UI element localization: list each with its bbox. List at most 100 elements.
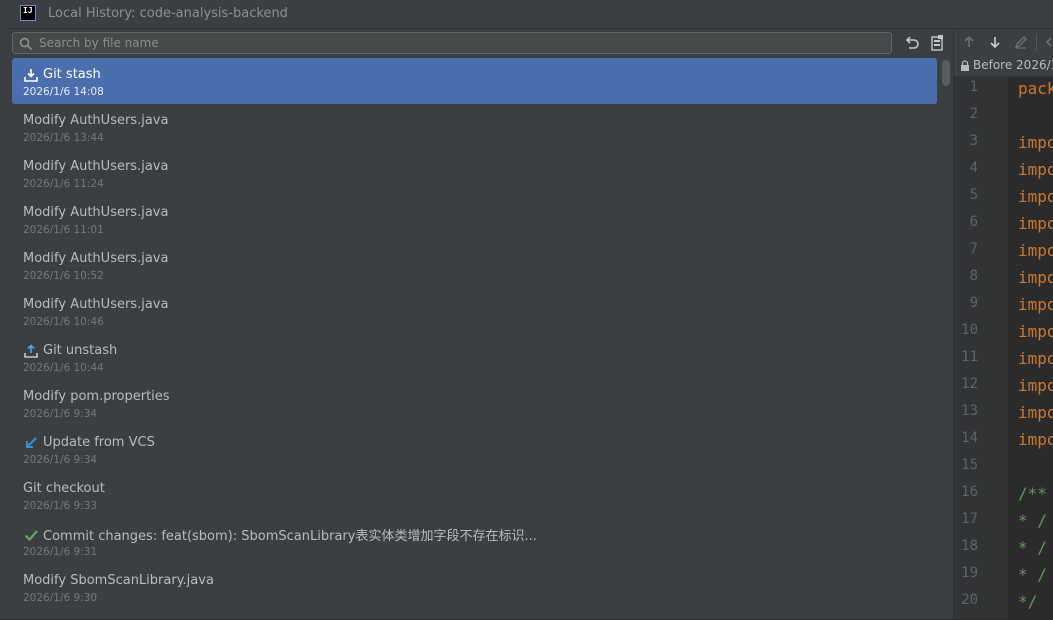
history-item-date: 2026/1/6 10:52 — [23, 270, 104, 282]
back-icon[interactable] — [1042, 35, 1053, 49]
history-item-label: Modify AuthUsers.java — [23, 205, 169, 220]
history-item-date: 2026/1/6 14:08 — [23, 86, 104, 98]
code-line: impo — [1018, 349, 1053, 368]
history-item-title: Update from VCS — [23, 434, 155, 451]
history-item[interactable]: Modify pom.properties 2026/1/6 9:34 — [12, 380, 937, 426]
history-item-date: 2026/1/6 9:34 — [23, 408, 98, 420]
diff-panel: Before 2026/1 1 2 3 4 5 6 7 8 9 10 11 12 13 14 15 16 17 1… — [953, 29, 1053, 619]
update-vcs-icon — [23, 435, 39, 451]
window-title: Local History: code-analysis-backend — [48, 6, 288, 21]
history-item-title: Git unstash — [23, 342, 117, 359]
code-line: impo — [1018, 322, 1053, 341]
history-panel: Git stash 2026/1/6 14:08 Modify AuthUsers.… — [9, 29, 953, 619]
diff-toolbar — [954, 29, 1053, 56]
code-line: impo — [1018, 268, 1053, 287]
line-number: 9 — [969, 295, 978, 311]
history-item-label: Git stash — [43, 67, 101, 82]
history-item-title: Modify AuthUsers.java — [23, 296, 168, 313]
history-item-title: Modify pom.properties — [23, 388, 170, 405]
history-item-date: 2026/1/6 11:24 — [23, 178, 104, 190]
history-item-title: Commit changes: feat(sbom): SbomScanLibr… — [23, 526, 537, 544]
code-line: impo — [1018, 430, 1053, 449]
history-item-label: Modify pom.properties — [23, 389, 170, 404]
intellij-logo-icon — [20, 5, 36, 21]
edit-source-icon[interactable] — [1014, 35, 1028, 49]
line-number: 14 — [961, 430, 978, 446]
code-line: impo — [1018, 133, 1053, 152]
search-field[interactable] — [12, 32, 892, 54]
history-item[interactable]: Commit changes: feat(sbom): SbomScanLibr… — [12, 518, 937, 564]
code-line: impo — [1018, 214, 1053, 233]
history-item-title: Modify SbomScanLibrary.java — [23, 572, 214, 589]
history-item[interactable]: Git unstash 2026/1/6 10:44 — [12, 334, 937, 380]
history-item-label: Modify AuthUsers.java — [23, 159, 169, 174]
git-unstash-icon — [23, 343, 39, 359]
line-number-gutter: 1 2 3 4 5 6 7 8 9 10 11 12 13 14 15 16 17 18 19 20 — [954, 77, 1008, 619]
history-item[interactable]: Git checkout 2026/1/6 9:33 — [12, 472, 937, 518]
code-line: * / — [1018, 511, 1047, 530]
line-number: 10 — [961, 322, 978, 338]
history-item-label: Commit changes: feat(sbom): SbomScanLibr… — [43, 529, 537, 544]
prev-diff-icon[interactable] — [962, 35, 976, 49]
line-number: 13 — [961, 403, 978, 419]
code-line: impo — [1018, 376, 1053, 395]
diff-file-header: Before 2026/1 — [954, 56, 1053, 77]
search-input[interactable] — [39, 34, 879, 52]
line-number: 20 — [961, 592, 978, 608]
scroll-thumb[interactable] — [942, 60, 950, 86]
history-item-date: 2026/1/6 9:31 — [23, 546, 98, 558]
code-line: impo — [1018, 187, 1053, 206]
history-item[interactable]: Modify AuthUsers.java 2026/1/6 10:46 — [12, 288, 937, 334]
history-item-date: 2026/1/6 13:44 — [23, 132, 104, 144]
code-line: * / — [1018, 538, 1047, 557]
history-item-label: Git unstash — [43, 343, 118, 358]
history-item[interactable]: Modify SbomScanLibrary.java 2026/1/6 9:30 — [12, 564, 937, 610]
line-number: 3 — [969, 133, 978, 149]
code-line: */ — [1018, 592, 1038, 611]
code-line: /** — [1018, 484, 1047, 503]
history-item[interactable]: Modify AuthUsers.java 2026/1/6 13:44 — [12, 104, 937, 150]
code-line: * / — [1018, 565, 1047, 584]
line-number: 16 — [961, 484, 978, 500]
commit-check-icon — [23, 527, 39, 543]
code-line: impo — [1018, 403, 1053, 422]
code-line: impo — [1018, 160, 1053, 179]
line-number: 4 — [969, 160, 978, 176]
history-item-title: Modify AuthUsers.java — [23, 158, 168, 175]
history-item-label: Modify AuthUsers.java — [23, 113, 169, 128]
code-line: impo — [1018, 241, 1053, 260]
toolbar-separator — [1036, 34, 1037, 51]
line-number: 11 — [961, 349, 978, 365]
line-number: 6 — [969, 214, 978, 230]
git-stash-icon — [23, 67, 39, 83]
diff-file-title: Before 2026/1 — [973, 58, 1053, 72]
history-item[interactable]: Modify AuthUsers.java 2026/1/6 11:24 — [12, 150, 937, 196]
line-number: 15 — [961, 457, 978, 473]
line-number: 17 — [961, 511, 978, 527]
history-scrollbar[interactable] — [942, 60, 950, 620]
code-editor[interactable]: pack impo impo impo impo impo impo impo impo impo… — [1008, 77, 1053, 619]
search-icon — [19, 37, 33, 51]
next-diff-icon[interactable] — [988, 35, 1002, 49]
lock-icon — [961, 60, 969, 71]
history-item[interactable]: Modify AuthUsers.java 2026/1/6 10:52 — [12, 242, 937, 288]
history-item-date: 2026/1/6 11:01 — [23, 224, 104, 236]
title-bar: Local History: code-analysis-backend — [9, 0, 1053, 29]
history-list: Git stash 2026/1/6 14:08 Modify AuthUsers.… — [12, 58, 937, 618]
history-item[interactable]: Modify AuthUsers.java 2026/1/6 11:01 — [12, 196, 937, 242]
revert-icon[interactable] — [903, 34, 921, 52]
line-number: 19 — [961, 565, 978, 581]
code-line: impo — [1018, 295, 1053, 314]
line-number: 18 — [961, 538, 978, 554]
code-line: pack — [1018, 79, 1053, 98]
history-item[interactable]: Git stash 2026/1/6 14:08 — [12, 58, 937, 104]
history-item[interactable]: Update from VCS 2026/1/6 9:34 — [12, 426, 937, 472]
history-item-title: Modify AuthUsers.java — [23, 204, 168, 221]
line-number: 1 — [969, 79, 978, 95]
history-item-title: Git checkout — [23, 480, 105, 497]
create-patch-icon[interactable] — [929, 34, 947, 52]
line-number: 7 — [969, 241, 978, 257]
history-item-date: 2026/1/6 9:30 — [23, 592, 98, 604]
history-item-label: Update from VCS — [43, 435, 155, 450]
history-item-date: 2026/1/6 9:34 — [23, 454, 98, 466]
